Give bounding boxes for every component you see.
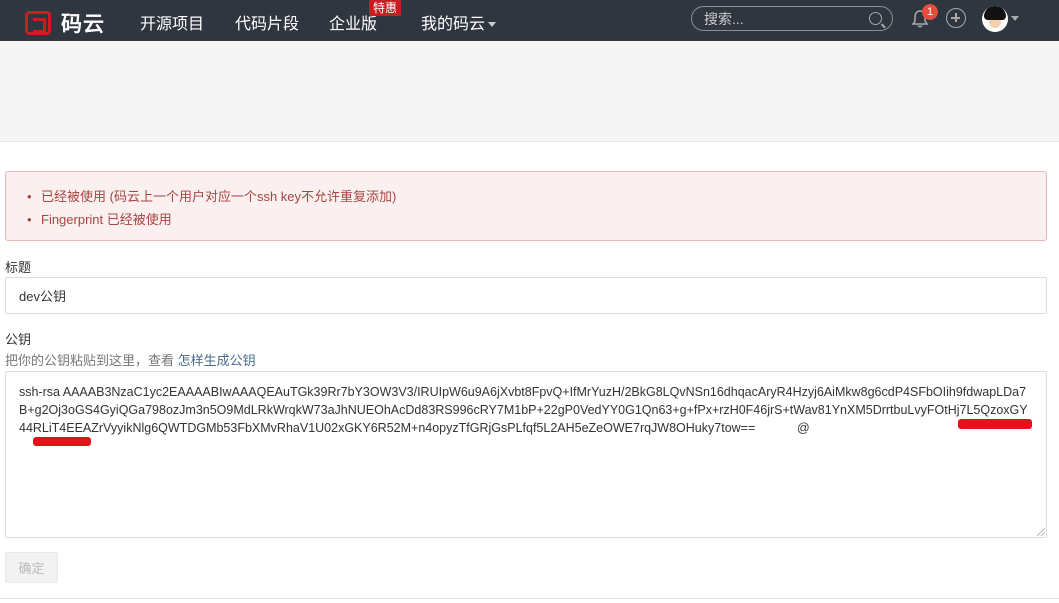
key-label: 公钥 <box>5 332 32 347</box>
divider <box>0 598 1059 599</box>
search-box <box>691 6 893 31</box>
logo-icon <box>25 11 51 35</box>
enterprise-promo-badge: 特惠 <box>369 0 402 16</box>
plus-circle-icon[interactable] <box>946 8 966 28</box>
nav-snippets[interactable]: 代码片段 <box>235 10 299 34</box>
key-hint-text: 把你的公钥粘贴到这里，查看 <box>5 353 175 368</box>
top-navbar: 码云 开源项目 代码片段 企业版 特惠 我的码云 1 <box>0 0 1059 41</box>
redaction-mark <box>33 437 91 446</box>
logo-text: 码云 <box>61 13 105 36</box>
public-key-textarea[interactable]: ssh-rsa AAAAB3NzaC1yc2EAAAABIwAAAQEAuTGk… <box>5 371 1047 538</box>
chevron-down-icon[interactable] <box>1011 16 1019 21</box>
nav-my-gitee-label: 我的码云 <box>421 16 486 33</box>
key-hint: 把你的公钥粘贴到这里，查看 怎样生成公钥 <box>5 350 256 369</box>
search-icon[interactable] <box>869 12 882 25</box>
error-item: Fingerprint 已经被使用 <box>27 208 1046 231</box>
title-input[interactable] <box>5 277 1047 314</box>
chevron-down-icon <box>488 22 497 28</box>
avatar[interactable] <box>982 6 1008 32</box>
nav-open-source[interactable]: 开源项目 <box>140 10 204 34</box>
submit-button[interactable]: 确定 <box>5 552 58 583</box>
error-alert: 已经被使用 (码云上一个用户对应一个ssh key不允许重复添加) Finger… <box>5 171 1047 241</box>
resize-handle[interactable] <box>1037 528 1045 536</box>
how-to-generate-key-link[interactable]: 怎样生成公钥 <box>178 353 256 368</box>
logo[interactable]: 码云 <box>25 8 105 38</box>
redaction-mark <box>958 419 1032 429</box>
error-item: 已经被使用 (码云上一个用户对应一个ssh key不允许重复添加) <box>27 185 1046 208</box>
error-list: 已经被使用 (码云上一个用户对应一个ssh key不允许重复添加) Finger… <box>27 185 1046 231</box>
search-input[interactable] <box>704 10 854 28</box>
page-banner <box>0 41 1059 142</box>
title-label: 标题 <box>5 260 32 275</box>
notification-count-badge: 1 <box>922 4 938 20</box>
nav-my-gitee[interactable]: 我的码云 <box>421 10 497 34</box>
